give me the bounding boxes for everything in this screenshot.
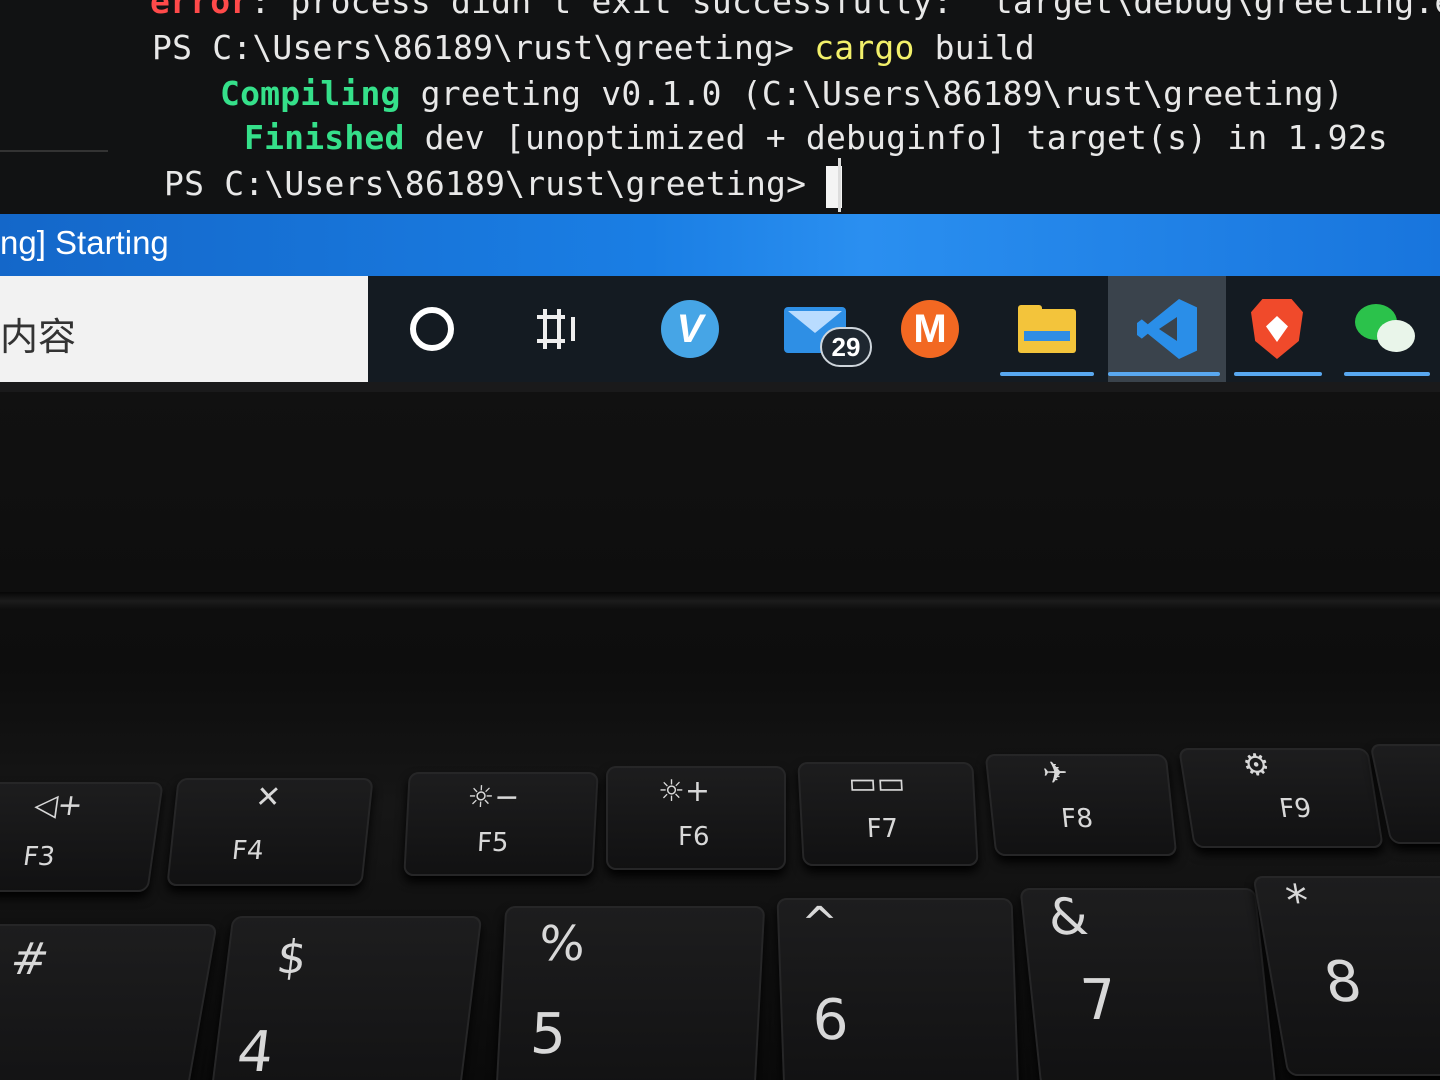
command-arg: build <box>914 28 1035 67</box>
windows-taskbar: 内容 V 29 M <box>0 276 1440 382</box>
key-label: F7 <box>866 814 900 844</box>
gear-icon: ⚙ <box>1240 748 1273 783</box>
compiling-detail: greeting v0.1.0 (C:\Users\86189\rust\gre… <box>400 74 1344 113</box>
brightness-up-icon: ☼+ <box>658 774 711 809</box>
key-shift-symbol: & <box>1045 888 1091 946</box>
key-digit: 7 <box>1077 968 1121 1033</box>
key-label: F5 <box>476 828 510 858</box>
key-shift-symbol: $ <box>273 930 310 984</box>
terminal-line-error: error: process didn't exit successfully:… <box>150 0 1440 22</box>
key-5[interactable]: % 5 <box>494 906 766 1080</box>
keyboard-edge <box>0 592 1440 610</box>
mail-unread-badge: 29 <box>820 327 872 367</box>
airplane-mode-icon: ✈ <box>1040 756 1070 791</box>
taskbar-app-vscode[interactable] <box>1108 276 1226 382</box>
key-f8[interactable]: ✈ F8 <box>984 754 1178 856</box>
laptop-screen: error: process didn't exit successfully:… <box>0 0 1440 392</box>
key-f5[interactable]: ☼− F5 <box>403 772 599 876</box>
volume-up-icon: ◁+ <box>31 788 86 823</box>
prompt: PS C:\Users\86189\rust\greeting> <box>152 28 815 67</box>
taskbar-app-vivaldi[interactable]: V <box>640 276 740 382</box>
key-label: F6 <box>678 822 710 852</box>
command: cargo <box>814 28 915 67</box>
brightness-down-icon: ☼− <box>466 780 521 815</box>
ibeam-pointer-icon <box>838 158 841 212</box>
key-f3[interactable]: ◁+ F3 <box>0 782 164 892</box>
display-switch-icon: ▭▭ <box>847 766 907 801</box>
status-text: ng] Starting <box>0 224 169 261</box>
key-digit: 4 <box>233 1020 278 1080</box>
folder-icon <box>1018 305 1076 353</box>
task-view-button[interactable] <box>512 276 608 382</box>
key-shift-symbol: * <box>1282 876 1314 927</box>
keyboard-deck: ◁+ F3 ✕ F4 ☼− F5 ☼+ F6 ▭▭ F7 ✈ F8 ⚙ F9 #… <box>0 392 1440 1080</box>
key-shift-symbol: # <box>6 934 53 985</box>
key-label: F3 <box>21 842 57 872</box>
key-shift-symbol: % <box>537 916 587 972</box>
vscode-icon <box>1137 299 1197 359</box>
panel-divider <box>0 150 108 152</box>
terminal-line-finished: Finished dev [unoptimized + debuginfo] t… <box>244 118 1388 158</box>
circle-icon <box>410 307 454 351</box>
key-3[interactable]: # <box>0 924 218 1080</box>
mic-mute-icon: ✕ <box>253 780 283 815</box>
brave-lion-icon <box>1251 299 1303 359</box>
key-digit: 5 <box>528 1002 568 1067</box>
terminal-panel[interactable]: error: process didn't exit successfully:… <box>0 0 1440 220</box>
error-keyword: error <box>150 0 251 21</box>
monero-icon: M <box>901 300 959 358</box>
vivaldi-icon: V <box>661 300 719 358</box>
taskbar-app-mail[interactable]: 29 <box>764 276 874 382</box>
search-placeholder: 内容 <box>0 315 77 359</box>
taskbar-app-file-explorer[interactable] <box>1000 276 1094 382</box>
key-label: F4 <box>230 836 266 866</box>
finished-detail: dev [unoptimized + debuginfo] target(s) … <box>404 118 1388 157</box>
key-f4[interactable]: ✕ F4 <box>166 778 374 886</box>
key-digit: 8 <box>1319 950 1367 1015</box>
key-f7[interactable]: ▭▭ F7 <box>797 762 979 866</box>
key-f6[interactable]: ☼+ F6 <box>606 766 786 870</box>
error-message: : process didn't exit successfully: `tar… <box>250 0 1440 21</box>
key-8[interactable]: * 8 <box>1252 876 1440 1076</box>
key-label: F8 <box>1059 804 1095 834</box>
cortana-button[interactable] <box>384 276 480 382</box>
key-6[interactable]: ^ 6 <box>776 898 1020 1080</box>
mail-icon: 29 <box>784 301 872 367</box>
key-f9[interactable]: ⚙ F9 <box>1178 748 1384 848</box>
key-label: F9 <box>1277 794 1314 824</box>
terminal-line-prompt: PS C:\Users\86189\rust\greeting> <box>164 164 826 204</box>
key-7[interactable]: & 7 <box>1019 888 1277 1080</box>
running-indicator <box>1344 372 1430 376</box>
finished-keyword: Finished <box>244 118 405 157</box>
key-shift-symbol: ^ <box>800 898 840 949</box>
key-4[interactable]: $ 4 <box>207 916 483 1080</box>
status-bar: ng] Starting <box>0 214 1440 276</box>
running-indicator <box>1000 372 1094 376</box>
task-view-icon <box>537 309 583 349</box>
taskbar-search-box[interactable]: 内容 <box>0 276 368 382</box>
screen-bezel <box>0 382 1440 392</box>
prompt: PS C:\Users\86189\rust\greeting> <box>164 164 827 203</box>
key-digit: 6 <box>811 988 850 1053</box>
taskbar-app-wechat[interactable] <box>1342 276 1432 382</box>
terminal-line-command: PS C:\Users\86189\rust\greeting> cargo b… <box>152 28 1035 68</box>
wechat-icon <box>1355 302 1419 356</box>
terminal-line-compiling: Compiling greeting v0.1.0 (C:\Users\8618… <box>220 74 1344 114</box>
running-indicator <box>1234 372 1322 376</box>
running-indicator <box>1108 372 1220 376</box>
compiling-keyword: Compiling <box>220 74 401 113</box>
taskbar-app-brave[interactable] <box>1232 276 1322 382</box>
taskbar-app-monero[interactable]: M <box>880 276 980 382</box>
